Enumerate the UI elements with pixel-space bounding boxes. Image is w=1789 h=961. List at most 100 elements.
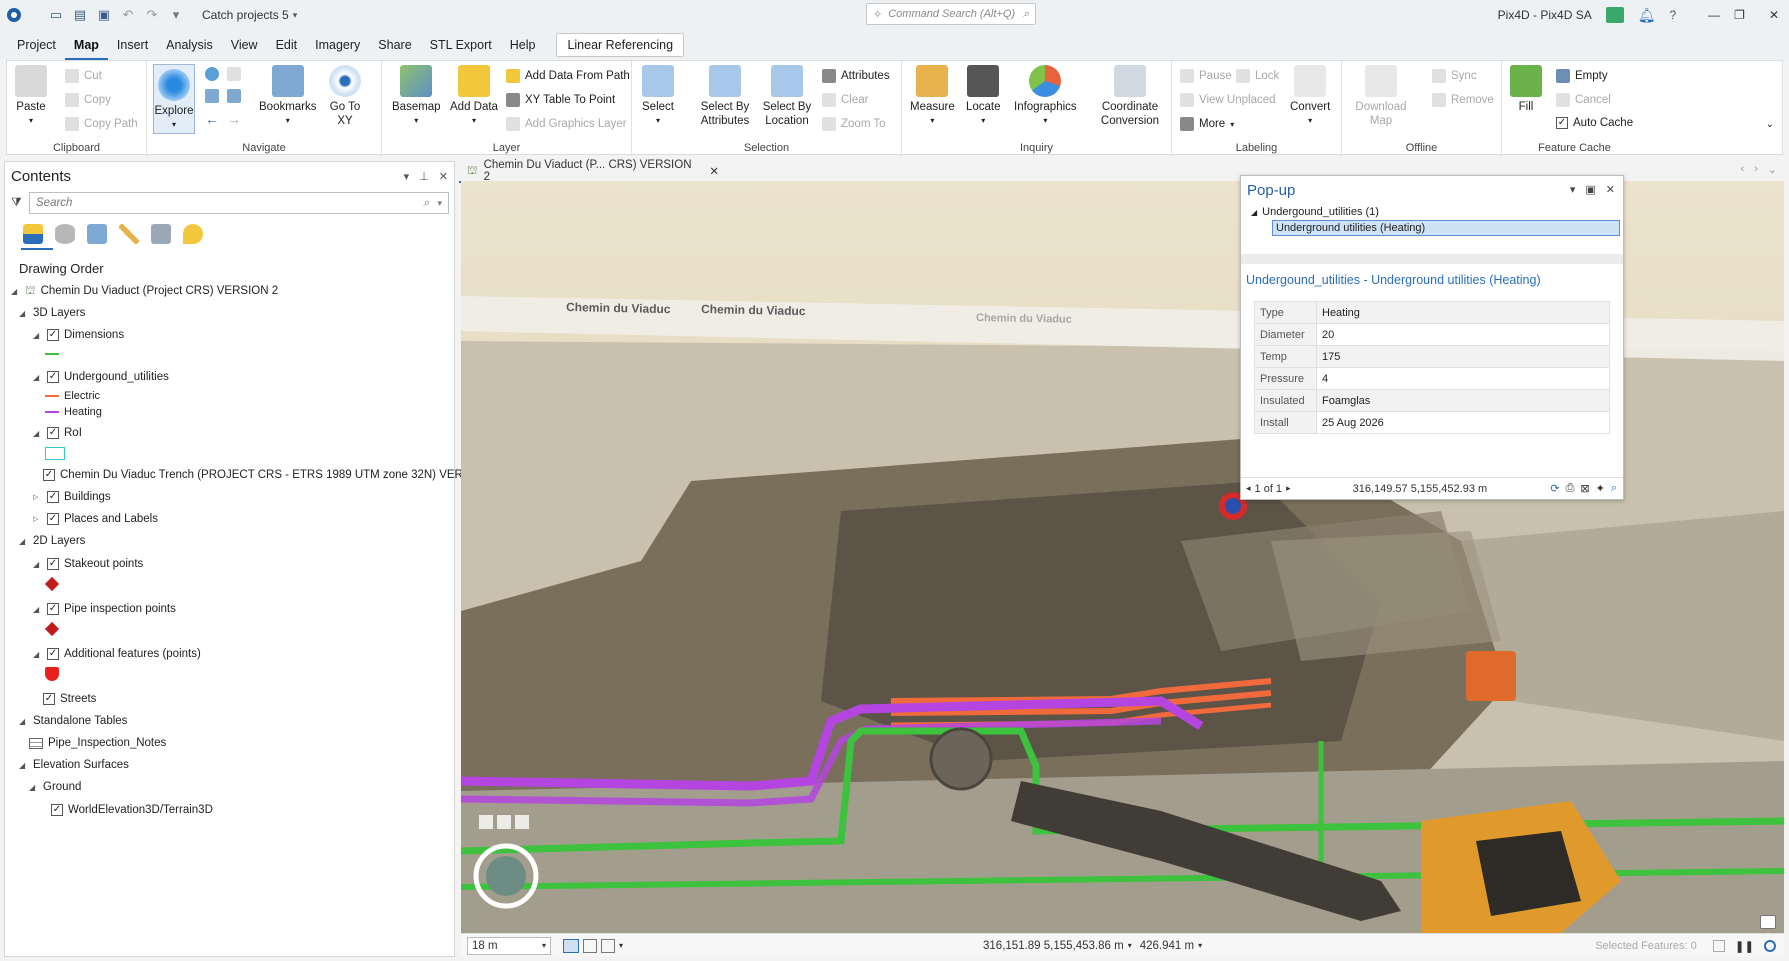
quick-access-dropdown-icon[interactable]: ▾ [164,4,188,26]
labeling-list-icon[interactable] [183,224,203,244]
places-checkbox[interactable]: ✓ [47,513,59,525]
tab-project[interactable]: Project [8,30,65,60]
new-project-icon[interactable]: ▭ [44,4,68,26]
terrain-checkbox[interactable]: ✓ [51,804,63,816]
expand-icon[interactable]: ◢ [29,783,38,792]
dimensions-checkbox[interactable]: ✓ [47,329,59,341]
tree-map-root[interactable]: ◢ ⛫ Chemin Du Viaduct (Project CRS) VERSIO… [11,282,278,300]
tree-standalone[interactable]: ◢ Standalone Tables [19,712,127,730]
select-by-attributes-button[interactable]: Select By Attributes [698,65,752,128]
close-tab-icon[interactable]: ✕ [709,164,719,178]
open-project-icon[interactable]: ▤ [68,4,92,26]
snapping-icon[interactable] [151,224,171,244]
goto-xy-button[interactable]: Go To XY [325,65,365,128]
collapse-icon[interactable]: ◢ [1251,208,1257,217]
popup-refresh-icon[interactable]: ⟳ [1550,482,1559,495]
infographics-button[interactable]: Infographics ▾ [1014,65,1077,128]
tree-ground[interactable]: ◢ Ground [29,778,81,796]
roi-checkbox[interactable]: ✓ [47,427,59,439]
additional-checkbox[interactable]: ✓ [47,648,59,660]
collapse-ribbon-icon[interactable]: ⌄ [1766,119,1774,130]
view-options-chevron-icon[interactable]: ▾ [619,941,623,950]
tab-stl-export[interactable]: STL Export [421,30,501,60]
fixed-zoom-icon[interactable] [227,67,241,81]
drawing-order-icon[interactable] [23,224,43,244]
editing-icon[interactable] [119,224,139,244]
search-options-icon[interactable]: ▾ [437,198,442,209]
navigator-globe[interactable] [486,856,526,896]
expand-icon[interactable]: ◢ [33,331,42,340]
chat-icon[interactable] [1760,915,1776,929]
popup-flash-icon[interactable]: ✦ [1596,482,1605,495]
notifications-icon[interactable]: 🔔︎ [1638,7,1656,24]
refresh-icon[interactable] [1712,939,1725,952]
measure-button[interactable]: Measure ▾ [910,65,955,128]
copy-path-button[interactable]: Copy Path [65,117,138,131]
expand-icon[interactable]: ◢ [33,429,42,438]
account-avatar[interactable] [1605,7,1624,23]
view-unplaced-button[interactable]: View Unplaced [1180,93,1276,107]
tab-view[interactable]: View [222,30,267,60]
buildings-checkbox[interactable]: ✓ [47,491,59,503]
close-pane-icon[interactable]: ✕ [439,170,448,183]
measure-map-icon[interactable] [515,815,529,829]
pane-options-icon[interactable]: ▾ [404,170,410,183]
expand-icon[interactable]: ◢ [33,650,42,659]
trench-checkbox[interactable]: ✓ [43,469,55,481]
expand-icon[interactable]: ▷ [33,515,42,523]
remove-offline-button[interactable]: Remove [1432,93,1494,107]
tree-buildings[interactable]: ▷ ✓ Buildings [33,488,111,506]
layout-view-icon[interactable] [601,938,615,953]
coordinate-conversion-button[interactable]: Coordinate Conversion [1100,65,1160,128]
tree-places[interactable]: ▷ ✓ Places and Labels [33,510,158,528]
more-labeling-button[interactable]: More ▾ [1180,117,1234,131]
coordinates-chevron-icon[interactable]: ▾ [1128,941,1132,950]
select-button[interactable]: Select ▾ [642,65,674,128]
popup-print-icon[interactable]: ⎙ [1566,482,1575,495]
help-icon[interactable]: ? [1669,8,1676,22]
expand-icon[interactable]: ◢ [33,373,42,382]
undo-icon[interactable]: ↶ [116,4,140,26]
zoom-to-selection-button[interactable]: Zoom To [822,117,886,131]
tree-dimensions[interactable]: ◢ ✓ Dimensions [33,326,124,344]
tree-2d-layers[interactable]: ◢ 2D Layers [19,532,85,550]
tab-imagery[interactable]: Imagery [306,30,369,60]
close-window-icon[interactable]: ✕ [1769,8,1779,22]
pin-icon[interactable]: ⊥ [419,170,429,183]
utilities-checkbox[interactable]: ✓ [47,371,59,383]
tree-trench[interactable]: ✓ Chemin Du Viaduc Trench (PROJECT CRS - … [43,466,483,484]
paste-button[interactable]: Paste ▾ [15,65,47,128]
pipe-inspection-checkbox[interactable]: ✓ [47,603,59,615]
copy-button[interactable]: Copy [65,93,111,107]
basemap-button[interactable]: Basemap ▾ [392,65,441,128]
forward-arrow-icon[interactable]: → [227,111,241,127]
tab-share[interactable]: Share [369,30,420,60]
tab-map[interactable]: Map [64,30,108,60]
cut-button[interactable]: Cut [65,69,102,83]
add-graphics-layer-button[interactable]: Add Graphics Layer [506,117,627,131]
stakeout-checkbox[interactable]: ✓ [47,558,59,570]
sync-button[interactable]: Sync [1432,69,1477,83]
scale-select[interactable]: 18 m ▾ [467,936,551,955]
popup-options-icon[interactable]: ▾ [1570,183,1576,196]
selected-features-count[interactable]: Selected Features: 0 [1595,940,1697,952]
download-map-button[interactable]: Download Map [1354,65,1408,128]
cancel-cache-button[interactable]: Cancel [1556,93,1611,107]
filter-icon[interactable]: ⧩ [11,195,22,210]
project-title-chevron-icon[interactable]: ▾ [293,10,298,21]
expand-icon[interactable]: ◢ [33,560,42,569]
tool-icon[interactable] [479,815,493,829]
tree-roi[interactable]: ◢ ✓ RoI [33,424,82,442]
pause-labeling-button[interactable]: Pause [1180,69,1232,83]
expand-icon[interactable]: ◢ [19,717,28,726]
back-arrow-icon[interactable]: ← [205,111,219,127]
full-extent-map-icon[interactable] [497,815,511,829]
elevation-chevron-icon[interactable]: ▾ [1198,941,1202,950]
tab-edit[interactable]: Edit [267,30,307,60]
table-view-icon[interactable] [583,938,597,953]
lock-labels-button[interactable]: Lock [1236,69,1279,83]
auto-cache-checkbox[interactable]: ✓ Auto Cache [1556,117,1633,129]
streets-checkbox[interactable]: ✓ [43,693,55,705]
expand-icon[interactable]: ◢ [33,605,42,614]
tree-3d-layers[interactable]: ◢ 3D Layers [19,304,85,322]
